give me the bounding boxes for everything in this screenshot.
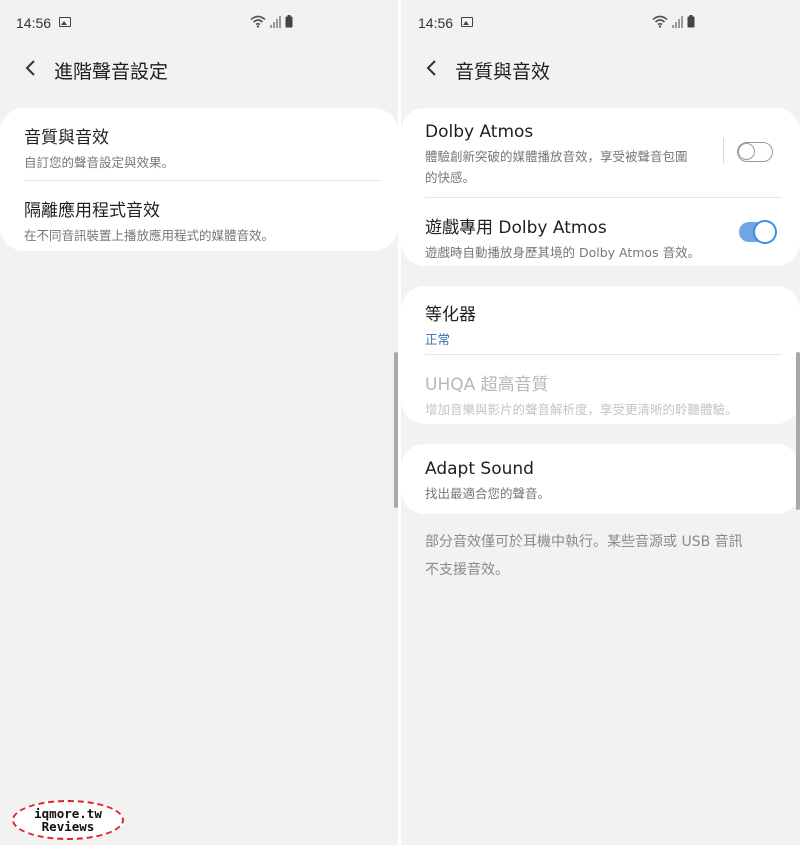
chevron-left-icon [426,60,436,76]
sound-quality-effects-item[interactable]: 音質與音效 自訂您的聲音設定與效果。 [24,123,380,173]
page-title: 音質與音效 [455,61,551,83]
app-bar: 進階聲音設定 [0,48,398,90]
item-title: 遊戲專用 Dolby Atmos [425,218,607,238]
dolby-atmos-switch[interactable] [737,142,773,162]
item-title: UHQA 超高音質 [425,375,549,395]
back-button[interactable] [16,54,44,82]
item-subtitle: 自訂您的聲音設定與效果。 [24,155,175,170]
switch-knob [753,220,777,244]
signal-icon [672,15,683,28]
footnote-line-2: 不支援音效。 [425,562,509,578]
adapt-sound-card: Adapt Sound 找出最適合您的聲音。 [401,444,800,514]
item-subtitle: 在不同音訊裝置上播放應用程式的媒體音效。 [24,228,275,243]
status-icons [652,15,695,28]
sound-quality-effects-screen: 14:56 音質與音效 Dolby Atmos 體驗創新突破的媒體播放音效，享受… [401,0,800,845]
game-dolby-atmos-switch[interactable] [739,220,777,244]
status-bar: 14:56 [0,0,398,46]
item-subtitle: 找出最適合您的聲音。 [425,486,551,501]
footnote: 部分音效僅可於耳機中執行。某些音源或 USB 音訊 不支援音效。 [425,528,780,584]
battery-icon [687,15,695,28]
separate-app-sound-item[interactable]: 隔離應用程式音效 在不同音訊裝置上播放應用程式的媒體音效。 [24,196,380,246]
watermark-line-2: Reviews [41,819,95,834]
adapt-sound-item[interactable]: Adapt Sound 找出最適合您的聲音。 [425,459,782,504]
page-title: 進階聲音設定 [54,61,169,83]
footnote-line-1: 部分音效僅可於耳機中執行。某些音源或 USB 音訊 [425,534,743,550]
chevron-left-icon [25,60,35,76]
divider [425,197,782,198]
app-bar: 音質與音效 [401,48,800,90]
game-dolby-atmos-item[interactable]: 遊戲專用 Dolby Atmos 遊戲時自動播放身歷其境的 Dolby Atmo… [425,213,720,263]
status-bar: 14:56 [401,0,800,46]
uhqa-item[interactable]: UHQA 超高音質 增加音樂與影片的聲音解析度，享受更清晰的聆聽體驗。 [425,370,782,420]
item-title: Dolby Atmos [425,122,534,142]
item-subtitle: 增加音樂與影片的聲音解析度，享受更清晰的聆聽體驗。 [425,402,738,417]
battery-icon [285,15,293,28]
signal-icon [270,15,281,28]
equalizer-item[interactable]: 等化器 正常 [425,300,782,350]
status-time: 14:56 [418,15,454,31]
wifi-icon [652,15,668,28]
item-subtitle-line-2: 的快感。 [425,170,476,185]
switch-knob [738,143,755,160]
status-icons [250,15,293,28]
switch-separator [723,138,724,164]
item-title: Adapt Sound [425,459,534,479]
item-subtitle-line-1: 體驗創新突破的媒體播放音效，享受被聲音包圍 [425,149,688,164]
equalizer-value: 正常 [425,332,451,347]
item-title: 隔離應用程式音效 [24,201,160,221]
item-subtitle: 遊戲時自動播放身歷其境的 Dolby Atmos 音效。 [425,245,701,260]
gallery-notification-icon [461,17,473,27]
equalizer-card: 等化器 正常 UHQA 超高音質 增加音樂與影片的聲音解析度，享受更清晰的聆聽體… [401,286,800,424]
item-title: 等化器 [425,305,476,325]
watermark-logo: iqmore.tw Reviews [12,800,124,840]
gallery-notification-icon [59,17,71,27]
back-button[interactable] [417,54,445,82]
dolby-atmos-item[interactable]: Dolby Atmos 體驗創新突破的媒體播放音效，享受被聲音包圍 的快感。 [425,122,720,188]
settings-card: 音質與音效 自訂您的聲音設定與效果。 隔離應用程式音效 在不同音訊裝置上播放應用… [0,108,398,251]
item-subtitle: 體驗創新突破的媒體播放音效，享受被聲音包圍 的快感。 [425,146,720,188]
dolby-card: Dolby Atmos 體驗創新突破的媒體播放音效，享受被聲音包圍 的快感。 遊… [401,108,800,266]
item-title: 音質與音效 [24,128,109,148]
divider [425,354,782,355]
divider [24,180,380,181]
wifi-icon [250,15,266,28]
advanced-sound-settings-screen: 14:56 進階聲音設定 音質與音效 自訂您的聲音設定與效果。 隔離應用程式音效 [0,0,398,845]
status-time: 14:56 [16,15,52,31]
scrollbar[interactable] [796,352,800,510]
